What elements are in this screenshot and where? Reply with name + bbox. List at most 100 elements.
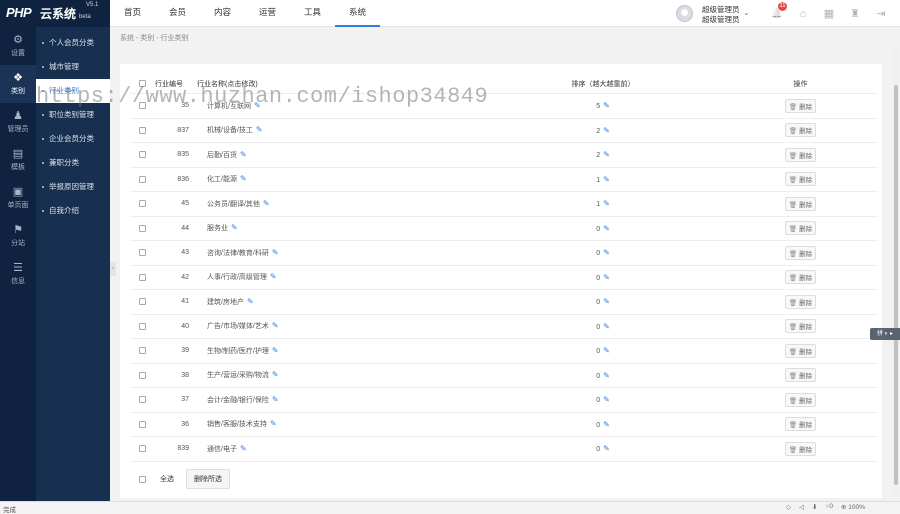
bulk-delete-button[interactable]: 删除所选	[186, 469, 230, 489]
select-all-checkbox[interactable]	[139, 475, 146, 483]
logo[interactable]: PHP 云系统 V5.1 beta	[0, 0, 110, 27]
delete-button[interactable]: 🗑 删除	[784, 417, 817, 432]
iconbar-page[interactable]: ▣ 单页面	[0, 179, 36, 217]
edit-icon[interactable]: ✎	[272, 370, 279, 379]
edit-icon[interactable]: ✎	[603, 150, 610, 159]
edit-icon[interactable]: ✎	[603, 346, 610, 355]
edit-icon[interactable]: ✎	[272, 346, 279, 355]
row-name[interactable]: 化工/能源	[207, 176, 237, 183]
row-checkbox[interactable]	[139, 273, 146, 281]
row-checkbox[interactable]	[139, 322, 146, 330]
row-name[interactable]: 广告/市场/媒体/艺术	[207, 323, 269, 330]
submenu-item[interactable]: 举报原因管理	[36, 175, 110, 199]
row-sort[interactable]: 0	[596, 324, 600, 331]
row-sort[interactable]: 0	[596, 275, 600, 282]
grid-icon[interactable]: ▦	[816, 0, 842, 27]
row-sort[interactable]: 0	[596, 373, 600, 380]
row-sort[interactable]: 0	[596, 422, 600, 429]
logout-icon[interactable]: ⇥	[868, 0, 894, 27]
row-checkbox[interactable]	[139, 396, 146, 404]
row-checkbox[interactable]	[139, 371, 146, 379]
row-sort[interactable]: 0	[596, 299, 600, 306]
edit-icon[interactable]: ✎	[603, 371, 610, 380]
delete-button[interactable]: 🗑 删除	[784, 343, 817, 358]
delete-button[interactable]: 🗑 删除	[784, 368, 817, 383]
edit-icon[interactable]: ✎	[272, 321, 279, 330]
row-name[interactable]: 咨询/法律/教育/科研	[207, 250, 269, 257]
row-sort[interactable]: 0	[596, 348, 600, 355]
row-name[interactable]: 人事/行政/高级管理	[207, 274, 267, 281]
floating-toolbar[interactable]: 拼 ◐ ▸	[870, 328, 900, 340]
topnav-system[interactable]: 系统	[335, 0, 380, 27]
row-sort[interactable]: 2	[596, 152, 600, 159]
row-sort[interactable]: 0	[596, 446, 600, 453]
edit-icon[interactable]: ✎	[603, 322, 610, 331]
delete-button[interactable]: 🗑 删除	[784, 319, 817, 334]
edit-icon[interactable]: ✎	[240, 174, 247, 183]
edit-icon[interactable]: ✎	[270, 272, 277, 281]
row-name[interactable]: 服务业	[207, 225, 228, 232]
submenu-item[interactable]: 企业会员分类	[36, 127, 110, 151]
row-checkbox[interactable]	[139, 249, 146, 257]
edit-icon[interactable]: ✎	[603, 273, 610, 282]
iconbar-template[interactable]: ▤ 模板	[0, 141, 36, 179]
row-checkbox[interactable]	[139, 175, 146, 183]
delete-button[interactable]: 🗑 删除	[784, 270, 817, 285]
page-scrollbar[interactable]	[893, 50, 899, 495]
edit-icon[interactable]: ✎	[603, 126, 610, 135]
home-icon[interactable]: ⌂	[790, 0, 816, 27]
delete-button[interactable]: 🗑 删除	[784, 221, 817, 236]
row-checkbox[interactable]	[139, 126, 146, 134]
row-sort[interactable]: 5	[596, 103, 600, 110]
row-sort[interactable]: 1	[596, 177, 600, 184]
iconbar-settings[interactable]: ⚙ 设置	[0, 27, 36, 65]
clear-cache-icon[interactable]: ♜	[842, 0, 868, 27]
edit-icon[interactable]: ✎	[263, 199, 270, 208]
edit-icon[interactable]: ✎	[603, 175, 610, 184]
edit-icon[interactable]: ✎	[231, 223, 238, 232]
delete-button[interactable]: 🗑 删除	[784, 294, 817, 309]
topnav-home[interactable]: 首页	[110, 0, 155, 27]
delete-button[interactable]: 🗑 删除	[784, 172, 817, 187]
topnav-tools[interactable]: 工具	[290, 0, 335, 27]
row-name[interactable]: 后勤/百货	[207, 152, 237, 159]
row-checkbox[interactable]	[139, 224, 146, 232]
iconbar-site[interactable]: ⚑ 分站	[0, 217, 36, 255]
submenu-item[interactable]: 城市管理	[36, 55, 110, 79]
edit-icon[interactable]: ✎	[603, 101, 610, 110]
edit-icon[interactable]: ✎	[603, 395, 610, 404]
row-checkbox[interactable]	[139, 298, 146, 306]
edit-icon[interactable]: ✎	[247, 297, 254, 306]
row-sort[interactable]: 0	[596, 226, 600, 233]
select-all-label[interactable]: 全选	[160, 474, 174, 484]
iconbar-info[interactable]: ☰ 信息	[0, 255, 36, 293]
edit-icon[interactable]: ✎	[240, 150, 247, 159]
row-name[interactable]: 生产/营运/采购/物流	[207, 372, 269, 379]
edit-icon[interactable]: ✎	[603, 248, 610, 257]
submenu-item[interactable]: 自我介绍	[36, 199, 110, 223]
zoom-level[interactable]: ⊕ 100%	[841, 503, 865, 511]
row-name[interactable]: 公务员/翻译/其他	[207, 201, 260, 208]
submenu-item[interactable]: 个人会员分类	[36, 31, 110, 55]
topnav-member[interactable]: 会员	[155, 0, 200, 27]
submenu-item[interactable]: 兼职分类	[36, 151, 110, 175]
edit-icon[interactable]: ✎	[272, 248, 279, 257]
user-menu[interactable]: 超级管理员 超级管理员 ⌄	[676, 3, 760, 25]
row-name[interactable]: 建筑/房地产	[207, 299, 244, 306]
edit-icon[interactable]: ✎	[603, 420, 610, 429]
delete-button[interactable]: 🗑 删除	[784, 98, 817, 113]
row-checkbox[interactable]	[139, 420, 146, 428]
iconbar-manager[interactable]: ♟ 管理员	[0, 103, 36, 141]
row-sort[interactable]: 1	[596, 201, 600, 208]
delete-button[interactable]: 🗑 删除	[784, 123, 817, 138]
row-checkbox[interactable]	[139, 200, 146, 208]
row-checkbox[interactable]	[139, 347, 146, 355]
bell-icon[interactable]: 🔔 11	[764, 0, 790, 27]
row-checkbox[interactable]	[139, 445, 146, 453]
edit-icon[interactable]: ✎	[272, 395, 279, 404]
delete-button[interactable]: 🗑 删除	[784, 196, 817, 211]
row-checkbox[interactable]	[139, 151, 146, 159]
edit-icon[interactable]: ✎	[256, 125, 263, 134]
delete-button[interactable]: 🗑 删除	[784, 147, 817, 162]
row-name[interactable]: 通信/电子	[207, 446, 237, 453]
